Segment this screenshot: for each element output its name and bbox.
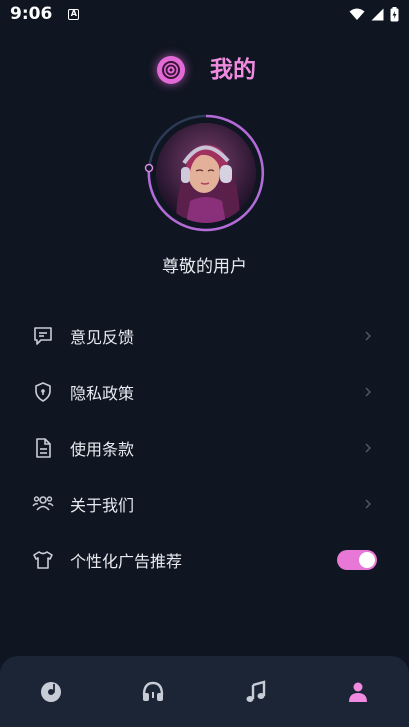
signal-icon [371,8,384,20]
personalized-ads-toggle[interactable] [337,550,377,570]
status-icons [349,6,399,22]
chevron-right-icon [363,385,373,399]
headphones-icon [143,681,164,701]
menu-item-feedback[interactable]: 意见反馈 [0,308,409,364]
header: 我的 [0,46,409,90]
menu-item-terms-of-use[interactable]: 使用条款 [0,420,409,476]
music-note-icon [246,679,265,702]
page-title: 我的 [210,57,256,83]
people-icon [32,493,54,515]
nav-item-profile[interactable] [328,662,388,722]
tshirt-icon [32,549,54,571]
avatar [156,123,256,223]
wifi-icon [349,8,365,20]
disc-icon [41,681,62,702]
avatar-headphones-girl-icon [156,123,256,223]
vinyl-record-icon [157,56,185,84]
chevron-right-icon [363,329,373,343]
nav-item-discover[interactable] [21,662,81,722]
toggle-knob [359,552,375,568]
menu-item-label: 关于我们 [70,496,135,515]
nav-item-music[interactable] [226,662,286,722]
status-time: 9:06 [10,4,53,24]
shield-icon [32,381,54,403]
notification-a-icon: A [68,8,80,20]
nav-item-listen[interactable] [123,662,183,722]
menu-item-label: 使用条款 [70,440,135,459]
menu-item-label: 个性化广告推荐 [70,552,183,571]
menu-item-label: 意见反馈 [70,328,135,347]
battery-charging-icon [390,6,399,21]
chevron-right-icon [363,441,373,455]
menu-item-personalized-ads: 个性化广告推荐 [0,532,409,588]
avatar-container[interactable] [143,110,269,236]
menu-item-label: 隐私政策 [70,384,135,403]
chevron-right-icon [363,497,373,511]
status-bar: 9:06 A [0,0,409,28]
menu-item-privacy-policy[interactable]: 隐私政策 [0,364,409,420]
bottom-nav [0,656,409,727]
feedback-icon [32,325,54,347]
user-icon [348,682,367,702]
username: 尊敬的用户 [162,257,247,277]
document-icon [32,437,54,459]
menu-item-about-us[interactable]: 关于我们 [0,476,409,532]
settings-menu: 意见反馈 隐私政策 使用条款 关于我们 个性化广告推荐 [0,308,409,588]
